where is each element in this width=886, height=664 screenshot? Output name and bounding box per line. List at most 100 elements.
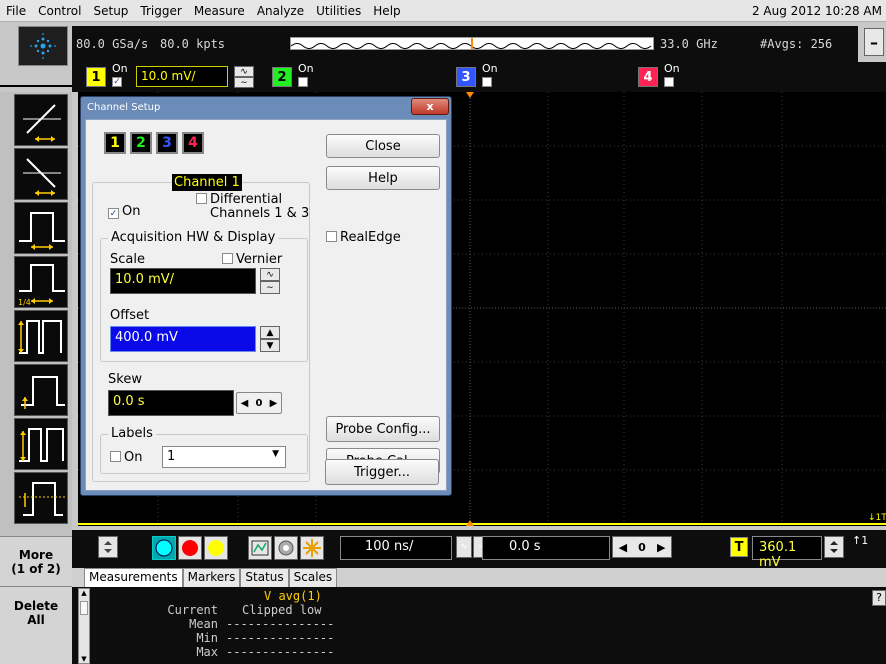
memory-depth: 80.0 kpts — [160, 37, 226, 51]
trigger-button[interactable]: Trigger... — [325, 459, 439, 485]
dialog-close-icon[interactable]: x — [411, 98, 449, 115]
skew-left-icon[interactable]: ◀ — [241, 398, 249, 409]
measurement-wizard-button[interactable] — [300, 536, 324, 560]
skew-zero-button[interactable]: 0 — [256, 398, 263, 409]
waveform-overview-bar[interactable] — [290, 37, 654, 50]
channel-3-badge[interactable]: 3 — [456, 67, 476, 87]
trigger-level-field[interactable]: 360.1 mV — [752, 536, 822, 570]
scale-fine-down-icon[interactable]: ∼ — [260, 281, 280, 294]
delay-zero-button[interactable]: 0 — [638, 541, 646, 554]
on-checkbox[interactable]: ✓ — [108, 208, 119, 219]
menu-file[interactable]: File — [0, 4, 32, 18]
edge-rising-trigger-button[interactable] — [14, 94, 68, 146]
channel-2-badge[interactable]: 2 — [272, 67, 292, 87]
timebase-fine-up-icon[interactable]: ∿ — [456, 536, 472, 558]
window-trigger-button[interactable] — [14, 472, 68, 524]
scroll-thumb[interactable] — [80, 601, 88, 615]
labels-on-checkbox[interactable]: On — [110, 450, 142, 465]
dialog-channel-1-chip[interactable]: 1 — [104, 132, 126, 154]
differential-checkbox-box[interactable] — [196, 193, 207, 204]
close-button[interactable]: Close — [326, 134, 440, 158]
scale-field[interactable]: 10.0 mV/ — [110, 268, 256, 294]
labels-on-checkbox-box[interactable] — [110, 451, 121, 462]
labels-on-label: On — [124, 450, 143, 465]
channel-1-scale-fine-up-icon[interactable]: ∿ — [234, 66, 254, 77]
tab-scales[interactable]: Scales — [288, 568, 338, 587]
channel-1-badge[interactable]: 1 — [86, 67, 106, 87]
dialog-channel-3-chip[interactable]: 3 — [156, 132, 178, 154]
autoscale-button[interactable] — [248, 536, 272, 560]
menu-control[interactable]: Control — [32, 4, 87, 18]
tab-markers[interactable]: Markers — [182, 568, 241, 587]
skew-right-icon[interactable]: ▶ — [270, 398, 278, 409]
differential-checkbox[interactable]: Differential — [196, 192, 282, 207]
vernier-checkbox-box[interactable] — [222, 253, 233, 264]
offset-down-icon[interactable]: ▼ — [260, 339, 280, 352]
delay-stepper[interactable]: ◀ 0 ▶ — [612, 536, 672, 558]
realedge-checkbox[interactable]: RealEdge — [326, 230, 401, 245]
vernier-checkbox[interactable]: Vernier — [222, 252, 282, 267]
minimize-button[interactable]: – — [864, 28, 884, 56]
pulse-width-fraction-trigger-button[interactable]: 1/4 — [14, 256, 68, 308]
trigger-badge[interactable]: T — [730, 537, 748, 557]
sparkle-icon — [303, 539, 321, 557]
glitch-trigger-button[interactable] — [14, 310, 68, 362]
dialog-channel-2-chip[interactable]: 2 — [130, 132, 152, 154]
delay-field[interactable]: 0.0 s — [482, 536, 610, 560]
run-stop-button[interactable] — [178, 536, 202, 560]
scale-fine-up-icon[interactable]: ∿ — [260, 268, 280, 281]
scroll-up-icon[interactable]: ▲ — [79, 589, 89, 597]
window-trigger-icon — [19, 482, 65, 516]
channel-2-on[interactable]: On — [298, 62, 314, 88]
tab-measurements[interactable]: Measurements — [84, 568, 183, 587]
menu-help[interactable]: Help — [367, 4, 406, 18]
edge-falling-trigger-icon — [23, 158, 61, 196]
channel-3-on-checkbox[interactable] — [482, 77, 492, 87]
menu-trigger[interactable]: Trigger — [134, 4, 187, 18]
default-setup-button[interactable] — [274, 536, 298, 560]
vertical-position-stepper[interactable] — [98, 536, 118, 558]
menu-utilities[interactable]: Utilities — [310, 4, 367, 18]
measurements-scrollbar[interactable]: ▲ ▼ — [78, 588, 90, 664]
channel-4-on[interactable]: On — [664, 62, 680, 88]
channel-1-scale-fine-down-icon[interactable]: ∼ — [234, 77, 254, 88]
dialog-channel-4-chip[interactable]: 4 — [182, 132, 204, 154]
timeout-trigger-button[interactable] — [14, 418, 68, 470]
channel-1-on-checkbox[interactable]: ✓ — [112, 77, 122, 87]
overview-waveform-icon — [291, 38, 652, 49]
more-button[interactable]: More (1 of 2) — [0, 536, 72, 586]
delay-left-icon[interactable]: ◀ — [619, 541, 627, 554]
channel-2-on-checkbox[interactable] — [298, 77, 308, 87]
channel-3-on[interactable]: On — [482, 62, 498, 88]
trigger-level-stepper[interactable] — [824, 536, 844, 558]
skew-field[interactable]: 0.0 s — [108, 390, 234, 416]
channel-4-on-checkbox[interactable] — [664, 77, 674, 87]
probe-config-button[interactable]: Probe Config... — [326, 416, 440, 442]
delay-right-icon[interactable]: ▶ — [657, 541, 665, 554]
scroll-down-icon[interactable]: ▼ — [79, 655, 89, 663]
agilent-logo-button[interactable] — [18, 26, 68, 66]
help-button[interactable]: Help — [326, 166, 440, 190]
offset-field[interactable]: 400.0 mV — [110, 326, 256, 352]
timebase-field[interactable]: 100 ns/ — [340, 536, 452, 560]
measurement-help-button[interactable]: ? — [872, 590, 886, 606]
channel-1-scale-field[interactable]: 10.0 mV/ — [136, 66, 228, 87]
realedge-checkbox-box[interactable] — [326, 231, 337, 242]
pulse-width-trigger-button[interactable] — [14, 202, 68, 254]
menu-setup[interactable]: Setup — [87, 4, 134, 18]
edge-falling-trigger-button[interactable] — [14, 148, 68, 200]
channel-4-badge[interactable]: 4 — [638, 67, 658, 87]
delete-all-button[interactable]: Delete All — [0, 586, 72, 664]
runt-trigger-button[interactable] — [14, 364, 68, 416]
skew-stepper[interactable]: ◀ 0 ▶ — [236, 392, 282, 414]
channel-on-checkbox[interactable]: ✓ On — [108, 204, 140, 219]
labels-select[interactable]: 1 ▼ — [162, 446, 286, 468]
menu-measure[interactable]: Measure — [188, 4, 251, 18]
tab-status[interactable]: Status — [240, 568, 289, 587]
channel-1-on[interactable]: On ✓ — [112, 62, 128, 88]
single-button[interactable] — [204, 536, 228, 560]
clear-display-button[interactable] — [152, 536, 176, 560]
menu-analyze[interactable]: Analyze — [251, 4, 310, 18]
dialog-title[interactable]: Channel Setup — [81, 97, 451, 119]
offset-up-icon[interactable]: ▲ — [260, 326, 280, 339]
